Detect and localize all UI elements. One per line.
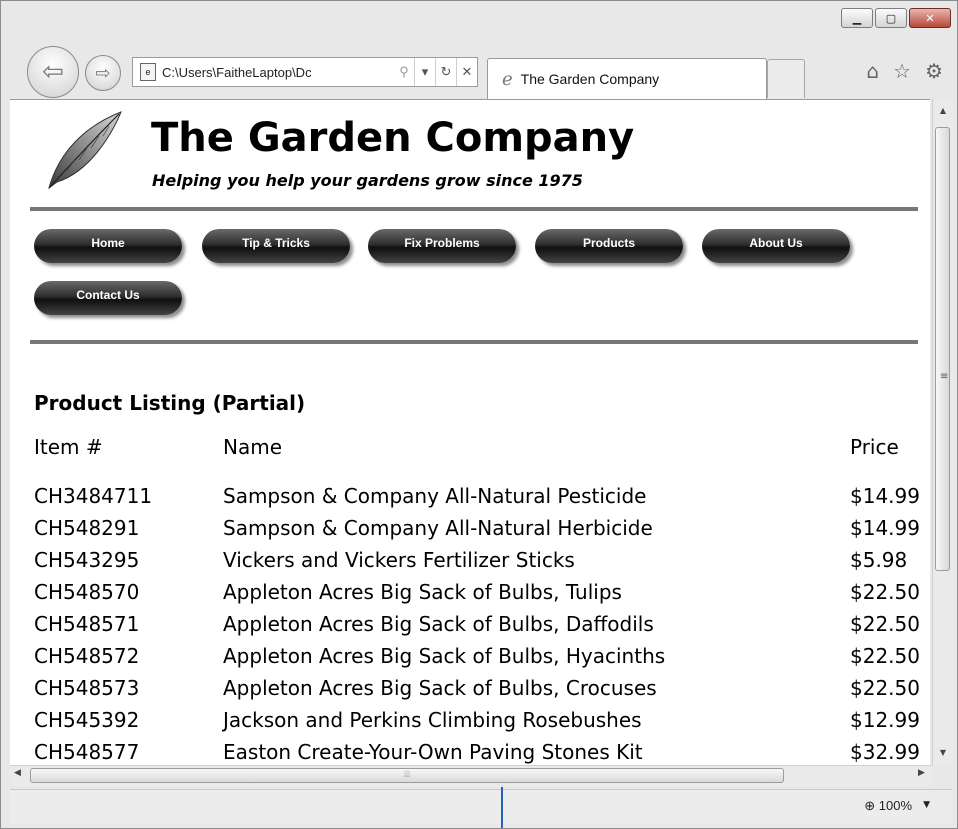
scroll-up-icon[interactable]: ▲ <box>933 103 953 119</box>
site-subtitle: Helping you help your gardens grow since… <box>152 171 583 190</box>
scroll-down-icon[interactable]: ▼ <box>933 745 953 761</box>
mouse-cursor-indicator <box>501 787 503 828</box>
item-number: CH543295 <box>34 548 140 572</box>
product-name: Appleton Acres Big Sack of Bulbs, Tulips <box>223 580 622 604</box>
address-dropdown-icon[interactable]: ▾ <box>414 58 435 86</box>
product-name: Appleton Acres Big Sack of Bulbs, Daffod… <box>223 612 654 636</box>
nav-about-us-button[interactable]: About Us <box>702 229 850 263</box>
table-row: CH548573 Appleton Acres Big Sack of Bulb… <box>10 676 930 706</box>
address-url[interactable]: C:\Users\FaitheLaptop\Dc <box>162 65 394 80</box>
table-row: CH548571 Appleton Acres Big Sack of Bulb… <box>10 612 930 642</box>
zoom-control[interactable]: ⊕ 100% <box>864 798 912 814</box>
product-price: $32.99 <box>850 740 920 764</box>
header-item: Item # <box>34 435 103 459</box>
tab-title: The Garden Company <box>520 71 660 87</box>
zoom-level: 100% <box>878 798 912 813</box>
zoom-icon: ⊕ <box>864 798 876 813</box>
ie-logo-icon: ℯ <box>502 68 513 89</box>
product-name: Appleton Acres Big Sack of Bulbs, Hyacin… <box>223 644 666 668</box>
close-button[interactable]: ✕ <box>909 8 951 28</box>
minimize-icon: ▁ <box>852 11 862 25</box>
table-row: CH548570 Appleton Acres Big Sack of Bulb… <box>10 580 930 610</box>
grip-icon: ≡ <box>940 371 949 382</box>
table-row: CH545392 Jackson and Perkins Climbing Ro… <box>10 708 930 738</box>
gear-icon[interactable]: ⚙ <box>925 59 943 83</box>
page-icon: e <box>140 63 156 81</box>
item-number: CH548571 <box>34 612 140 636</box>
scroll-right-icon[interactable]: ▶ <box>918 768 925 778</box>
table-row: CH543295 Vickers and Vickers Fertilizer … <box>10 548 930 578</box>
table-row: CH548572 Appleton Acres Big Sack of Bulb… <box>10 644 930 674</box>
horizontal-scroll-thumb[interactable]: ⦙⦙⦙ <box>30 768 784 783</box>
product-name: Appleton Acres Big Sack of Bulbs, Crocus… <box>223 676 657 700</box>
maximize-icon: ▢ <box>885 11 897 25</box>
maximize-button[interactable]: ▢ <box>875 8 907 28</box>
close-icon: ✕ <box>925 11 935 25</box>
divider-top <box>30 207 918 211</box>
vertical-scroll-thumb[interactable]: ≡ <box>935 127 950 571</box>
vertical-scrollbar[interactable]: ▲ ≡ ▼ <box>932 99 953 765</box>
nav-home-button[interactable]: Home <box>34 229 182 263</box>
item-number: CH548572 <box>34 644 140 668</box>
stop-icon[interactable]: ✕ <box>456 58 477 86</box>
product-price: $12.99 <box>850 708 920 732</box>
star-icon[interactable]: ☆ <box>893 59 911 83</box>
table-row: CH548291 Sampson & Company All-Natural H… <box>10 516 930 546</box>
product-price: $22.50 <box>850 580 920 604</box>
page-viewport: The Garden Company Helping you help your… <box>10 99 930 766</box>
product-name: Sampson & Company All-Natural Herbicide <box>223 516 653 540</box>
product-name: Jackson and Perkins Climbing Rosebushes <box>223 708 642 732</box>
status-bar: ⊕ 100% ▼ <box>10 789 952 824</box>
tab-the-garden-company[interactable]: ℯ The Garden Company <box>487 58 767 99</box>
header-name: Name <box>223 435 283 459</box>
item-number: CH548573 <box>34 676 140 700</box>
scroll-left-icon[interactable]: ◀ <box>14 768 21 778</box>
leaf-icon <box>48 111 122 190</box>
product-name: Vickers and Vickers Fertilizer Sticks <box>223 548 575 572</box>
window-caption-buttons: ▁ ▢ ✕ <box>841 8 951 28</box>
header-price: Price <box>850 435 899 459</box>
nav-products-button[interactable]: Products <box>535 229 683 263</box>
product-name: Sampson & Company All-Natural Pesticide <box>223 484 647 508</box>
nav-fix-problems-button[interactable]: Fix Problems <box>368 229 516 263</box>
item-number: CH548577 <box>34 740 140 764</box>
item-number: CH548291 <box>34 516 140 540</box>
search-icon[interactable]: ⚲ <box>394 58 414 86</box>
back-button[interactable]: ⇦ <box>27 46 79 98</box>
item-number: CH3484711 <box>34 484 153 508</box>
refresh-icon[interactable]: ↻ <box>435 58 456 86</box>
table-row: CH3484711 Sampson & Company All-Natural … <box>10 484 930 514</box>
forward-arrow-icon: ⇨ <box>95 62 111 84</box>
product-price: $14.99 <box>850 484 920 508</box>
horizontal-scrollbar[interactable]: ◀ ⦙⦙⦙ ▶ <box>10 765 932 786</box>
address-bar[interactable]: e C:\Users\FaitheLaptop\Dc ⚲ ▾ ↻ ✕ <box>132 57 478 87</box>
product-listing-title: Product Listing (Partial) <box>34 391 306 415</box>
toolbar-icons: ⌂ ☆ ⚙ <box>866 59 943 83</box>
product-price: $22.50 <box>850 676 920 700</box>
home-icon[interactable]: ⌂ <box>866 59 879 83</box>
minimize-button[interactable]: ▁ <box>841 8 873 28</box>
table-row: CH548577 Easton Create-Your-Own Paving S… <box>10 740 930 766</box>
back-arrow-icon: ⇦ <box>42 57 64 87</box>
product-price: $22.50 <box>850 644 920 668</box>
divider-bottom <box>30 340 918 344</box>
product-price: $5.98 <box>850 548 908 572</box>
item-number: CH545392 <box>34 708 140 732</box>
site-title: The Garden Company <box>151 115 635 161</box>
nav-tips-button[interactable]: Tip & Tricks <box>202 229 350 263</box>
zoom-dropdown-icon[interactable]: ▼ <box>923 800 930 810</box>
item-number: CH548570 <box>34 580 140 604</box>
nav-contact-us-button[interactable]: Contact Us <box>34 281 182 315</box>
browser-window: ▁ ▢ ✕ ⇦ ⇨ e C:\Users\FaitheLaptop\Dc ⚲ ▾… <box>0 0 958 829</box>
product-price: $14.99 <box>850 516 920 540</box>
new-tab-button[interactable] <box>767 59 805 98</box>
grip-icon: ⦙⦙⦙ <box>403 770 411 780</box>
product-price: $22.50 <box>850 612 920 636</box>
forward-button[interactable]: ⇨ <box>85 55 121 91</box>
product-name: Easton Create-Your-Own Paving Stones Kit <box>223 740 643 764</box>
